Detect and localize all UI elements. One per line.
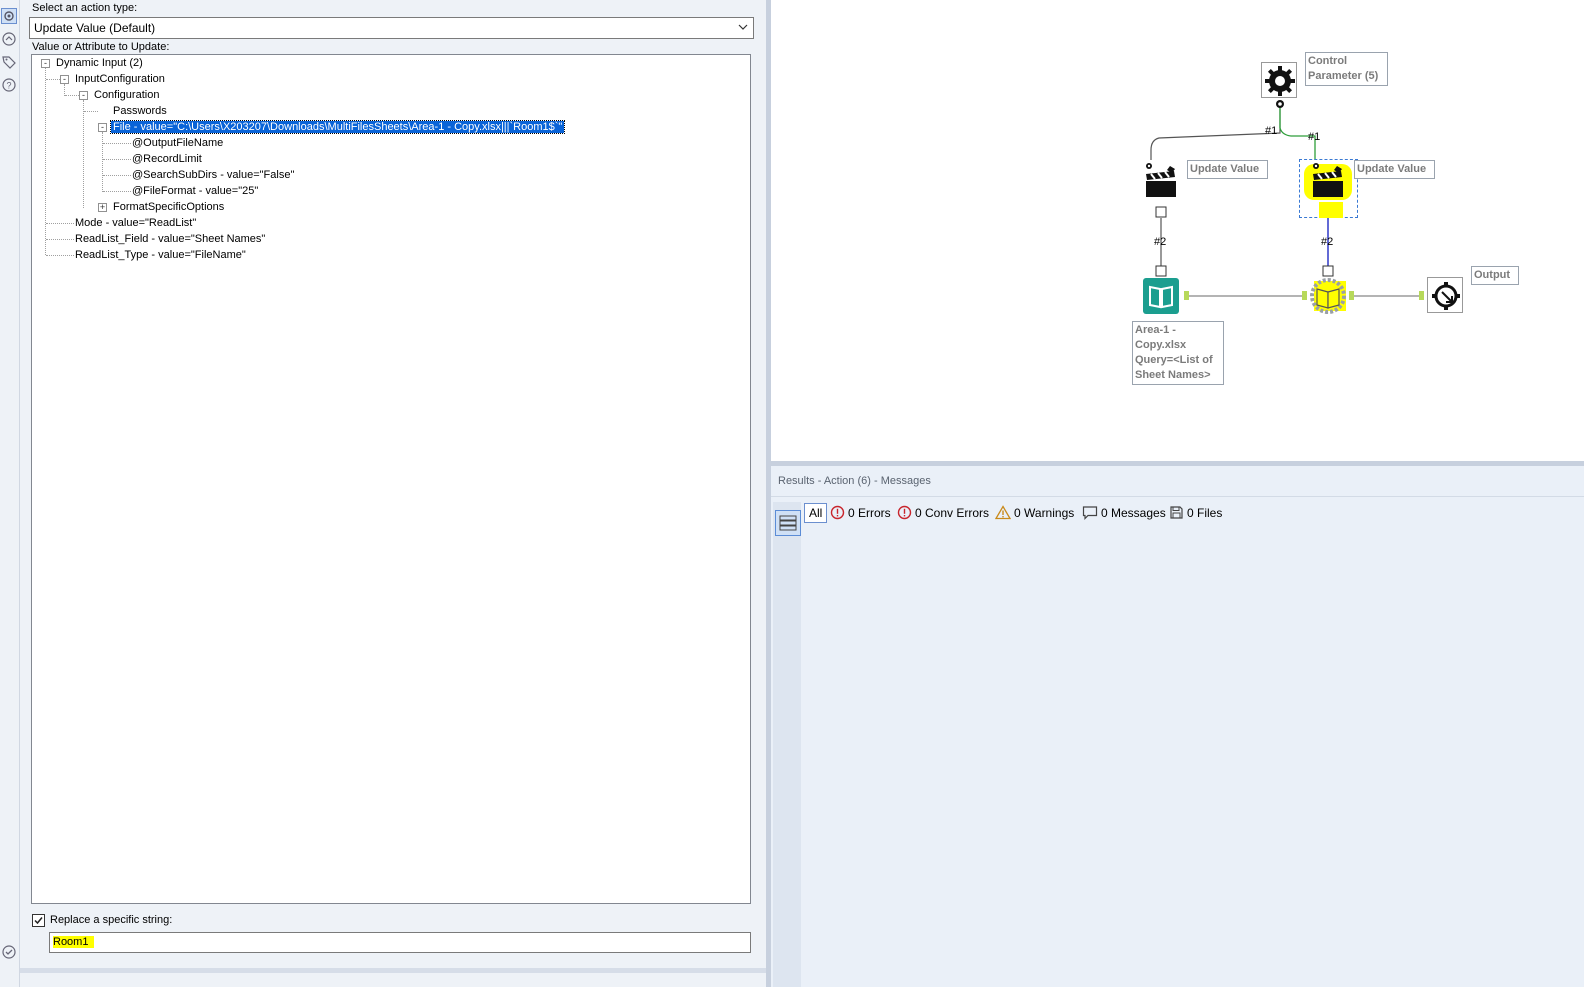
configuration-panel: Select an action type: Update Value (Def… bbox=[20, 0, 770, 987]
filter-errors-button[interactable]: 0 Errors bbox=[830, 503, 891, 523]
link-icon[interactable] bbox=[1, 31, 17, 47]
save-icon bbox=[1170, 506, 1183, 519]
clapperboard-icon bbox=[1313, 163, 1343, 197]
help-icon[interactable]: ? bbox=[1, 77, 17, 93]
conv-error-icon bbox=[897, 505, 912, 520]
control-parameter-label: Control Parameter (5) bbox=[1305, 52, 1388, 86]
results-title: Results - Action (6) - Messages bbox=[778, 475, 931, 487]
book-icon bbox=[1149, 285, 1173, 309]
tree-guide bbox=[102, 132, 103, 192]
filter-files-button[interactable]: 0 Files bbox=[1169, 503, 1222, 523]
tree-node-file-selected[interactable]: File - value="C:\Users\X203207\Downloads… bbox=[109, 120, 566, 135]
tree-node-configuration[interactable]: Configuration bbox=[94, 88, 159, 103]
expand-toggle[interactable]: + bbox=[98, 203, 107, 212]
filter-messages-button[interactable]: 0 Messages bbox=[1082, 503, 1166, 523]
collapse-toggle[interactable]: - bbox=[79, 91, 88, 100]
svg-text:?: ? bbox=[6, 81, 11, 91]
input-data-tool[interactable] bbox=[1143, 278, 1179, 314]
highlight-mark bbox=[1319, 202, 1343, 218]
warning-icon bbox=[994, 505, 1012, 520]
tree-guide bbox=[103, 191, 131, 192]
value-to-update-label: Value or Attribute to Update: bbox=[32, 41, 170, 53]
filter-conv-errors-button[interactable]: 0 Conv Errors bbox=[897, 503, 989, 523]
messages-view-button[interactable] bbox=[775, 510, 801, 536]
tree-guide bbox=[103, 175, 131, 176]
gear-icon bbox=[1265, 66, 1295, 96]
check-circle-icon[interactable] bbox=[1, 944, 17, 960]
tree-node-outputfilename[interactable]: @OutputFileName bbox=[132, 136, 223, 151]
action-type-label: Select an action type: bbox=[32, 2, 138, 14]
tree-guide bbox=[46, 79, 60, 80]
q-anchor-icon bbox=[1276, 100, 1284, 108]
replace-string-input[interactable]: Room1 bbox=[49, 932, 751, 953]
filter-warnings-button[interactable]: 0 Warnings bbox=[994, 503, 1074, 523]
action-type-dropdown[interactable]: Update Value (Default) bbox=[29, 17, 754, 39]
collapse-toggle[interactable]: - bbox=[98, 123, 107, 132]
tree-guide bbox=[45, 68, 46, 255]
tree-node-recordlimit[interactable]: @RecordLimit bbox=[132, 152, 202, 167]
results-sidebar bbox=[773, 502, 801, 987]
replace-string-checkbox[interactable] bbox=[32, 914, 45, 927]
tree-node-inputconfiguration[interactable]: InputConfiguration bbox=[75, 72, 165, 87]
tag-icon[interactable] bbox=[1, 54, 17, 70]
connection-lines bbox=[1150, 104, 1424, 300]
tree-node-formatspecificoptions[interactable]: FormatSpecificOptions bbox=[113, 200, 224, 215]
connection-label: #2 bbox=[1321, 236, 1334, 248]
output-tool[interactable] bbox=[1427, 277, 1463, 313]
chevron-down-icon bbox=[738, 24, 748, 30]
dynamic-input-tool[interactable] bbox=[1309, 277, 1346, 314]
filter-all-button[interactable]: All bbox=[804, 503, 828, 523]
output-gear-icon bbox=[1432, 282, 1460, 310]
update-value-tool-2[interactable] bbox=[1310, 162, 1346, 198]
tree-guide bbox=[83, 100, 84, 208]
update-value-tool-1[interactable] bbox=[1143, 162, 1179, 198]
tree-guide bbox=[84, 111, 98, 112]
gear-icon[interactable] bbox=[1, 8, 17, 24]
clapperboard-icon bbox=[1146, 163, 1176, 197]
tree-node-readlist-field[interactable]: ReadList_Field - value="Sheet Names" bbox=[75, 232, 265, 247]
control-parameter-tool[interactable] bbox=[1261, 62, 1297, 98]
attribute-tree[interactable]: - Dynamic Input (2) - InputConfiguration… bbox=[31, 54, 751, 904]
list-icon bbox=[779, 515, 797, 531]
divider bbox=[771, 496, 1584, 497]
message-icon bbox=[1082, 506, 1098, 520]
tree-node-dynamic-input[interactable]: Dynamic Input (2) bbox=[56, 56, 143, 71]
error-icon bbox=[830, 505, 845, 520]
tree-node-fileformat[interactable]: @FileFormat - value="25" bbox=[132, 184, 258, 199]
update-value-label-2: Update Value bbox=[1354, 160, 1435, 179]
action-type-value: Update Value (Default) bbox=[34, 21, 156, 35]
collapse-toggle[interactable]: - bbox=[41, 59, 50, 68]
results-panel: Results - Action (6) - Messages All 0 Er… bbox=[771, 466, 1584, 987]
connection-label: #1 bbox=[1308, 131, 1321, 143]
dynamic-input-icon bbox=[1310, 278, 1346, 314]
panel-bottom-bar bbox=[20, 968, 770, 973]
tree-node-readlist-type[interactable]: ReadList_Type - value="FileName" bbox=[75, 248, 246, 263]
output-label: Output bbox=[1471, 266, 1519, 285]
input-data-label: Area-1 - Copy.xlsx Query=<List of Sheet … bbox=[1132, 321, 1224, 385]
tree-guide bbox=[46, 239, 74, 240]
tree-guide bbox=[103, 143, 131, 144]
update-value-label-1: Update Value bbox=[1187, 160, 1268, 179]
workflow-canvas[interactable]: Control Parameter (5) #1 #1 #2 #2 Update… bbox=[771, 0, 1584, 461]
tree-node-passwords[interactable]: Passwords bbox=[113, 104, 167, 119]
tree-node-mode[interactable]: Mode - value="ReadList" bbox=[75, 216, 196, 231]
replace-string-label: Replace a specific string: bbox=[50, 914, 173, 926]
connection-label: #1 bbox=[1265, 125, 1278, 137]
tree-node-searchsubdirs[interactable]: @SearchSubDirs - value="False" bbox=[132, 168, 294, 183]
tree-guide bbox=[103, 159, 131, 160]
tree-guide bbox=[65, 95, 79, 96]
tree-guide bbox=[46, 223, 74, 224]
connection-label: #2 bbox=[1154, 236, 1167, 248]
collapse-toggle[interactable]: - bbox=[60, 75, 69, 84]
tree-guide bbox=[46, 255, 74, 256]
left-icon-rail: ? bbox=[0, 0, 20, 987]
checkmark-icon bbox=[34, 917, 43, 925]
